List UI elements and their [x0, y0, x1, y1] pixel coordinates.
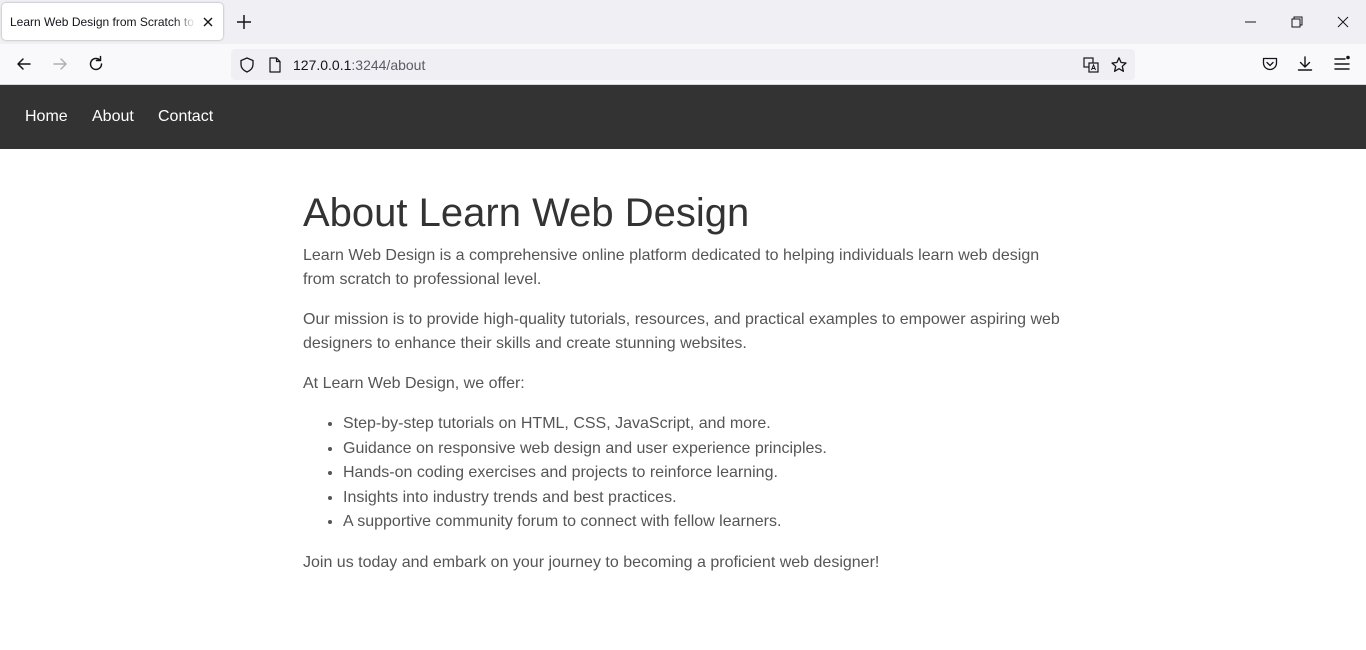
main-content: About Learn Web Design Learn Web Design …: [303, 190, 1073, 591]
back-arrow-icon[interactable]: [14, 54, 34, 74]
intro-paragraph: Learn Web Design is a comprehensive onli…: [303, 247, 1040, 288]
list-item: Hands-on coding exercises and projects t…: [343, 461, 1073, 486]
mission-paragraph: Our mission is to provide high-quality t…: [303, 311, 1060, 352]
closing-paragraph: Join us today and embark on your journey…: [303, 553, 880, 571]
menu-icon[interactable]: [1332, 54, 1352, 74]
address-bar[interactable]: 127.0.0.1:3244/about: [231, 49, 1135, 80]
browser-tab-active[interactable]: Learn Web Design from Scratch to Profess…: [2, 3, 223, 40]
nav-link-home[interactable]: Home: [25, 108, 68, 126]
list-item: Insights into industry trends and best p…: [343, 486, 1073, 511]
url-host: 127.0.0.1: [293, 57, 352, 73]
site-header: Home About Contact: [0, 85, 1366, 149]
new-tab-plus-icon[interactable]: [234, 12, 254, 32]
tab-title: Learn Web Design from Scratch to Profess…: [10, 15, 196, 29]
minimize-icon[interactable]: [1241, 12, 1261, 32]
bookmark-star-icon[interactable]: [1109, 55, 1129, 75]
nav-link-contact[interactable]: Contact: [158, 108, 213, 126]
download-icon[interactable]: [1295, 54, 1315, 74]
restore-icon[interactable]: [1287, 12, 1307, 32]
page-title: About Learn Web Design: [303, 191, 750, 235]
browser-toolbar: 127.0.0.1:3244/about: [0, 44, 1366, 85]
browser-tab-bar: Learn Web Design from Scratch to Profess…: [0, 0, 1366, 44]
shield-icon[interactable]: [237, 55, 257, 75]
url-text[interactable]: 127.0.0.1:3244/about: [293, 57, 425, 73]
list-item: Guidance on responsive web design and us…: [343, 437, 1073, 462]
pocket-icon[interactable]: [1260, 54, 1280, 74]
list-item: Step-by-step tutorials on HTML, CSS, Jav…: [343, 412, 1073, 437]
translate-icon[interactable]: [1081, 55, 1101, 75]
forward-arrow-icon[interactable]: [50, 54, 70, 74]
page-icon[interactable]: [265, 55, 285, 75]
offer-list: Step-by-step tutorials on HTML, CSS, Jav…: [343, 412, 1073, 535]
url-path: :3244/about: [351, 57, 426, 73]
reload-icon[interactable]: [86, 54, 106, 74]
nav-link-about[interactable]: About: [92, 108, 134, 126]
window-close-icon[interactable]: [1333, 12, 1353, 32]
offer-intro: At Learn Web Design, we offer:: [303, 375, 525, 392]
close-icon[interactable]: [199, 13, 217, 31]
list-item: A supportive community forum to connect …: [343, 510, 1073, 535]
